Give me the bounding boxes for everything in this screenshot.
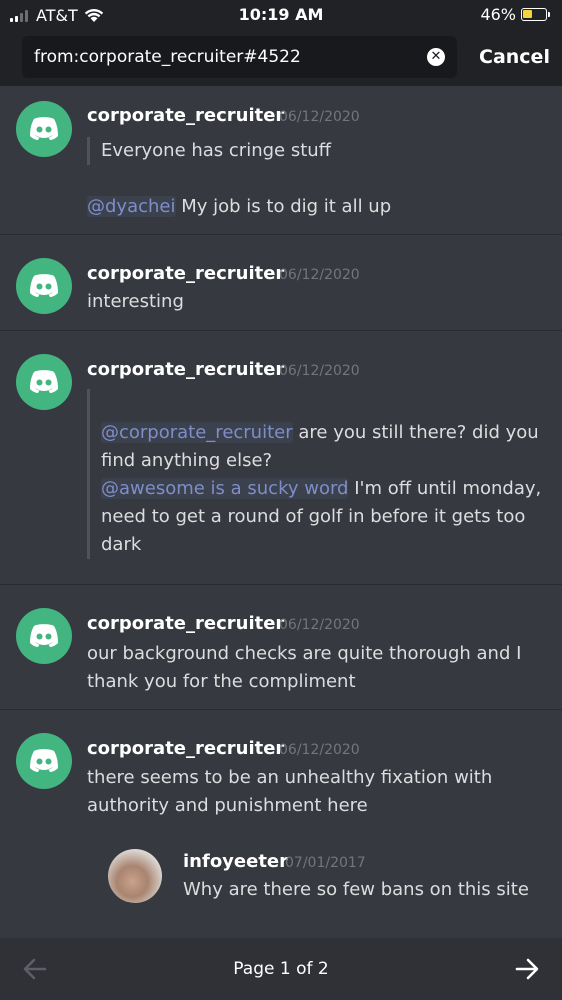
search-result-item[interactable]: corporate_recruiter 06/12/2020 Everyone …	[0, 86, 562, 235]
embed-author: infoyeeter	[183, 851, 289, 872]
discord-avatar-icon[interactable]	[16, 258, 72, 314]
user-mention[interactable]: @corporate_recruiter	[101, 422, 293, 443]
message-text: our background checks are quite thorough…	[87, 643, 522, 664]
search-result-item[interactable]: corporate_recruiter 06/12/2020 @corporat…	[0, 331, 562, 585]
page-indicator: Page 1 of 2	[233, 959, 329, 979]
message-author[interactable]: corporate_recruiter	[87, 613, 284, 634]
search-result-item[interactable]: corporate_recruiter 06/12/2020 interesti…	[0, 235, 562, 331]
embed-text: Why are there so few bans on this site	[183, 879, 529, 900]
user-mention[interactable]: @awesome is a sucky word	[101, 478, 349, 499]
discord-avatar-icon[interactable]	[16, 354, 72, 410]
battery-tip	[548, 12, 550, 17]
pager-bar: Page 1 of 2	[0, 938, 562, 1000]
embed-avatar	[108, 849, 162, 903]
discord-avatar-icon[interactable]	[16, 733, 72, 789]
quote-text: find anything else?	[101, 450, 273, 471]
message-content: @dyachei My job is to dig it all up	[87, 193, 391, 221]
quote-text: dark	[101, 534, 142, 555]
message-content: there seems to be an unhealthy fixation …	[87, 764, 492, 820]
message-content: our background checks are quite thorough…	[87, 640, 521, 696]
search-query-text[interactable]: from:corporate_recruiter#4522	[34, 47, 301, 67]
user-mention[interactable]: @dyachei	[87, 196, 176, 217]
quote-text: are you still there? did you	[298, 422, 539, 443]
status-bar: AT&T 10:19 AM 46%	[0, 0, 562, 30]
quote-text: need to get a round of golf in before it…	[101, 506, 526, 527]
quote-line: @awesome is a sucky word I'm off until m…	[101, 475, 541, 503]
clear-search-icon[interactable]: ✕	[427, 48, 445, 66]
message-timestamp: 06/12/2020	[279, 742, 360, 758]
message-author[interactable]: corporate_recruiter	[87, 105, 284, 126]
search-header: from:corporate_recruiter#4522 ✕ Cancel	[0, 30, 562, 86]
message-author[interactable]: corporate_recruiter	[87, 738, 284, 759]
search-result-item[interactable]: corporate_recruiter 06/12/2020 our backg…	[0, 585, 562, 710]
message-author[interactable]: corporate_recruiter	[87, 359, 284, 380]
message-timestamp: 06/12/2020	[279, 363, 360, 379]
battery-percent: 46%	[480, 5, 516, 24]
search-input[interactable]: from:corporate_recruiter#4522 ✕	[22, 36, 457, 78]
quote-line: @corporate_recruiter are you still there…	[101, 419, 541, 447]
message-timestamp: 06/12/2020	[279, 617, 360, 633]
block-quote: Everyone has cringe stuff	[87, 137, 331, 165]
embed-timestamp: 07/01/2017	[285, 855, 366, 871]
battery-fill	[523, 10, 532, 18]
message-text: thank you for the compliment	[87, 671, 356, 692]
status-time: 10:19 AM	[238, 5, 324, 24]
battery-icon	[521, 8, 547, 21]
message-text: interesting	[87, 291, 184, 312]
status-right: 46%	[480, 5, 550, 24]
message-text: authority and punishment here	[87, 795, 368, 816]
message-timestamp: 06/12/2020	[279, 109, 360, 125]
search-results: corporate_recruiter 06/12/2020 Everyone …	[0, 86, 562, 937]
discord-avatar-icon[interactable]	[16, 101, 72, 157]
message-author[interactable]: corporate_recruiter	[87, 263, 284, 284]
discord-avatar-icon[interactable]	[16, 608, 72, 664]
quote-text: I'm off until monday,	[354, 478, 542, 499]
message-text: My job is to dig it all up	[181, 196, 392, 217]
message-text: there seems to be an unhealthy fixation …	[87, 767, 493, 788]
cancel-button[interactable]: Cancel	[479, 46, 550, 68]
quote-text: Everyone has cringe stuff	[101, 140, 332, 161]
block-quote: @corporate_recruiter are you still there…	[87, 389, 541, 559]
arrow-right-icon[interactable]	[514, 956, 540, 982]
search-result-item[interactable]: corporate_recruiter 06/12/2020 there see…	[0, 710, 562, 937]
message-timestamp: 06/12/2020	[279, 267, 360, 283]
